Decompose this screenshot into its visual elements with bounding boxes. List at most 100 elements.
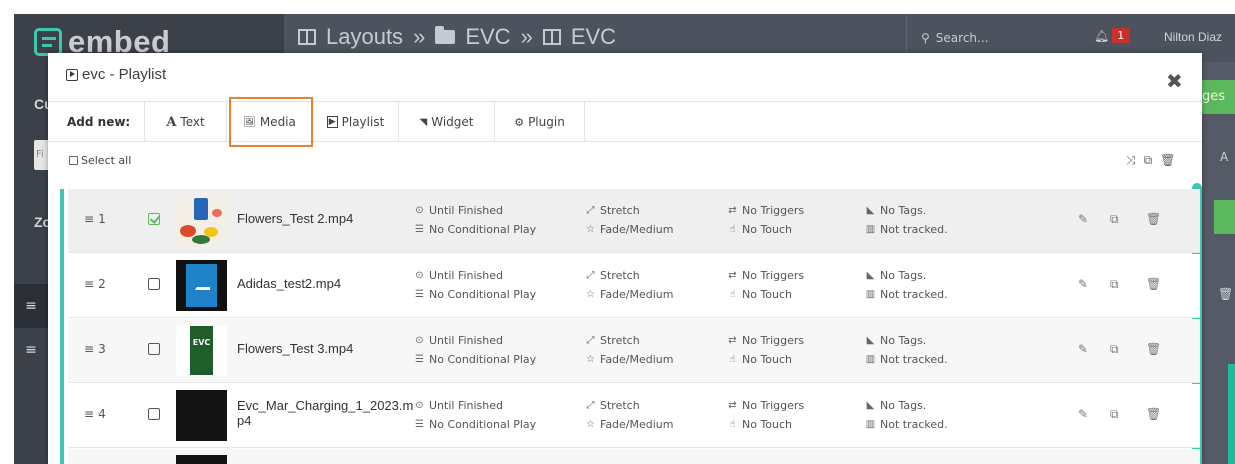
hand-icon: ☝: [729, 289, 736, 300]
tag-icon: ◣: [866, 205, 875, 216]
close-icon[interactable]: ✖: [1166, 71, 1183, 91]
scale-info: ⤢ Stretch ☆ Fade/Medium: [585, 331, 673, 369]
pencil-icon[interactable]: ✎: [1078, 212, 1088, 226]
breadcrumb-separator: »: [413, 24, 426, 49]
pencil-icon[interactable]: ✎: [1078, 342, 1088, 356]
exchange-icon: ⇄: [728, 205, 737, 216]
media-thumbnail: [176, 455, 227, 464]
drag-handle[interactable]: ≡ 1: [84, 212, 106, 226]
clock-icon: ⊙: [415, 270, 424, 281]
menu-burger-icon-2[interactable]: ≡: [14, 328, 48, 372]
green-action-button-2[interactable]: [1214, 200, 1235, 234]
trash-icon-bg: 🗑︎: [1218, 287, 1234, 301]
add-plugin-button[interactable]: ⚙ Plugin: [495, 102, 585, 142]
embed-logo-icon: [34, 28, 62, 56]
drag-handle[interactable]: ≡ 3: [84, 342, 106, 356]
row-checkbox[interactable]: [148, 278, 160, 290]
menu-burger-icon[interactable]: ≡: [14, 284, 48, 328]
hand-icon: ☝: [729, 354, 736, 365]
select-all-checkbox[interactable]: Select all: [69, 154, 131, 167]
teal-panel-edge: [1228, 364, 1235, 464]
layout-icon: [298, 29, 316, 45]
image-icon: 🖼: [243, 116, 256, 128]
tag-icon: ◣: [866, 400, 875, 411]
tags-info: ◣ No Tags. ▥ Not tracked.: [865, 396, 948, 434]
trigger-info: ⇄ No Triggers ☝ No Touch: [727, 201, 804, 239]
bell-icon: 🔔︎: [1094, 28, 1110, 43]
star-icon: ☆: [586, 224, 595, 235]
folder-icon: [435, 26, 456, 44]
user-name[interactable]: Nilton Diaz: [1164, 30, 1222, 44]
pencil-icon[interactable]: ✎: [1078, 277, 1088, 291]
exchange-icon: ⇄: [728, 270, 737, 281]
list-item[interactable]: ≡ 3 EVC Flowers_Test 3.mp4 ⊙ Until Finishe…: [68, 319, 1200, 383]
modal-title-text: evc - Playlist: [82, 66, 167, 83]
right-fragment-a: A: [1220, 150, 1229, 164]
duration-info: ⊙ Until Finished ☰ No Conditional Play: [414, 201, 536, 239]
row-checkbox[interactable]: [148, 343, 160, 355]
drag-handle[interactable]: ≡ 4: [84, 407, 106, 421]
breadcrumb-evc-folder[interactable]: EVC: [465, 24, 510, 50]
list-item[interactable]: ≡ 4 Evc_Mar_Charging_1_2023.mp4 ⊙ Until Fi…: [68, 384, 1200, 448]
duration-info: ⊙ Until Finished ☰ No Conditional Play: [414, 266, 536, 304]
sliders-icon: ☰: [415, 289, 424, 300]
playlist-items: ≡ 1 Flowers_Test 2.mp4 ⊙ Until Finished ☰ N…: [60, 189, 1202, 464]
modal-header: evc - Playlist ✖: [48, 53, 1202, 101]
row-checkbox[interactable]: [148, 213, 160, 225]
checkbox-icon: [69, 156, 78, 165]
trash-icon[interactable]: 🗑︎: [1146, 342, 1161, 356]
add-new-toolbar: Add new: A Text 🖼 Media ▶ Playlist ◥ Wid…: [48, 101, 1202, 142]
trash-icon[interactable]: 🗑︎: [1146, 277, 1161, 291]
tags-info: ◣ No Tags. ▥ Not tracked.: [865, 266, 948, 304]
playlist-modal: evc - Playlist ✖ Add new: A Text 🖼 Media…: [48, 53, 1202, 464]
exchange-icon: ⇄: [728, 400, 737, 411]
tag-icon: ◣: [866, 335, 875, 346]
notifications[interactable]: 🔔︎ 1: [1094, 28, 1130, 43]
sliders-icon: ☰: [415, 354, 424, 365]
tags-info: ◣ No Tags. ▥ Not tracked.: [865, 331, 948, 369]
rss-icon: ◥: [419, 116, 428, 128]
add-widget-button[interactable]: ◥ Widget: [399, 102, 495, 142]
trash-icon[interactable]: 🗑︎: [1160, 153, 1175, 168]
copy-icon[interactable]: ⧉: [1110, 212, 1119, 227]
copy-icon[interactable]: ⧉: [1144, 153, 1153, 168]
trigger-info: ⇄ No Triggers ☝ No Touch: [727, 331, 804, 369]
star-icon: ☆: [586, 419, 595, 430]
expand-icon: ⤢: [586, 205, 595, 216]
trash-icon[interactable]: 🗑︎: [1146, 407, 1161, 421]
breadcrumb-layouts[interactable]: Layouts: [326, 24, 403, 50]
media-thumbnail: [176, 195, 227, 246]
list-item[interactable]: ≡ 2 Adidas_test2.mp4 ⊙ Until Finished ☰ No …: [68, 254, 1200, 318]
row-checkbox[interactable]: [148, 408, 160, 420]
media-thumbnail: [176, 390, 227, 441]
shuffle-icon[interactable]: ⤨: [1126, 153, 1136, 168]
expand-icon: ⤢: [586, 400, 595, 411]
trash-icon[interactable]: 🗑︎: [1146, 212, 1161, 226]
copy-icon[interactable]: ⧉: [1110, 407, 1119, 422]
file-name: Flowers_Test 3.mp4: [237, 341, 354, 356]
add-media-button[interactable]: 🖼 Media: [227, 102, 313, 142]
drag-handle[interactable]: ≡ 2: [84, 277, 106, 291]
add-text-button[interactable]: A Text: [145, 102, 227, 142]
trigger-info: ⇄ No Triggers ☝ No Touch: [727, 396, 804, 434]
sliders-icon: ☰: [415, 224, 424, 235]
pencil-icon[interactable]: ✎: [1078, 407, 1088, 421]
list-item[interactable]: ≡ 1 Flowers_Test 2.mp4 ⊙ Until Finished ☰ N…: [68, 189, 1200, 253]
file-name: Evc_Mar_Charging_1_2023.mp4: [237, 398, 414, 428]
hand-icon: ☝: [729, 419, 736, 430]
drag-icon: ≡: [84, 407, 95, 421]
add-playlist-button[interactable]: ▶ Playlist: [313, 102, 399, 142]
modal-title: evc - Playlist: [66, 66, 166, 83]
scale-info: ⤢ Stretch ☆ Fade/Medium: [585, 396, 673, 434]
copy-icon[interactable]: ⧉: [1110, 342, 1119, 357]
list-item[interactable]: [68, 449, 1200, 464]
tags-info: ◣ No Tags. ▥ Not tracked.: [865, 201, 948, 239]
copy-icon[interactable]: ⧉: [1110, 277, 1119, 292]
duration-info: ⊙ Until Finished ☰ No Conditional Play: [414, 396, 536, 434]
select-all-row: Select all ⤨ ⧉ 🗑︎: [48, 143, 1202, 179]
breadcrumb-evc-layout[interactable]: EVC: [571, 24, 616, 50]
top-strip: [0, 0, 1235, 14]
bulk-tools: ⤨ ⧉ 🗑︎: [1126, 153, 1175, 168]
expand-icon: ⤢: [586, 335, 595, 346]
text-icon: A: [166, 114, 177, 130]
